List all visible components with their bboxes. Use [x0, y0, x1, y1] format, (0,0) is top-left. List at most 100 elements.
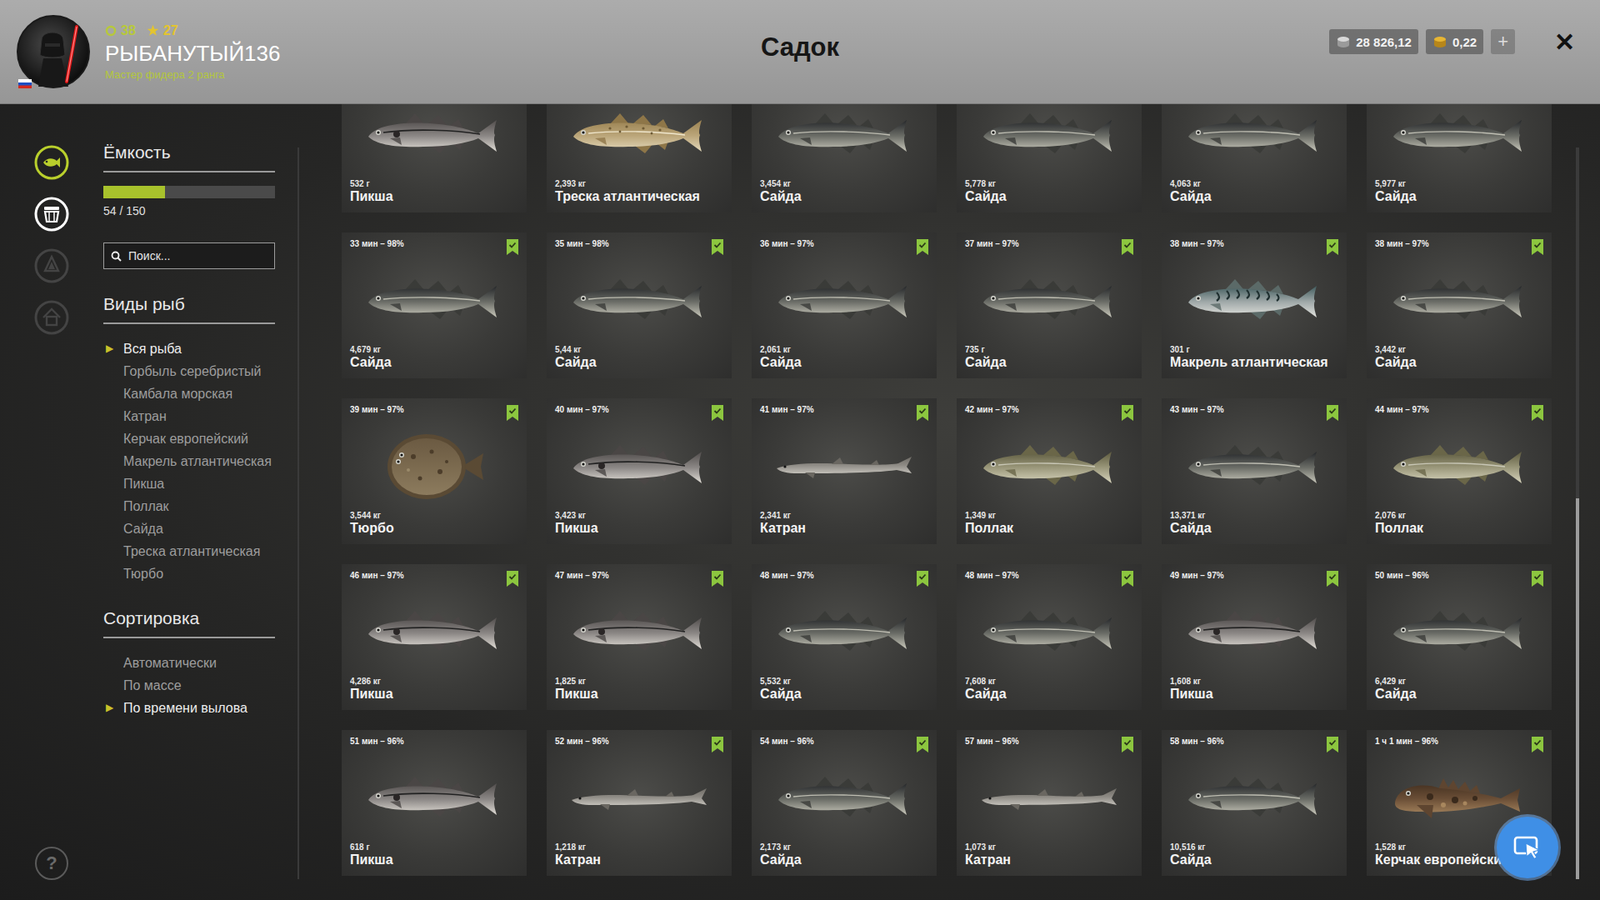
fish-card[interactable]: 42 мин – 97%1,349 кгПоллак	[956, 398, 1142, 545]
species-item[interactable]: Горбыль серебристый	[103, 360, 275, 383]
cursor-mode-button[interactable]	[1496, 816, 1559, 879]
fish-weight: 4,679 кг	[350, 345, 519, 355]
bookmark-icon[interactable]	[1531, 239, 1544, 255]
species-item[interactable]: ▶Вся рыба	[103, 337, 275, 360]
bookmark-icon[interactable]	[1531, 405, 1544, 421]
bookmark-icon[interactable]	[711, 405, 724, 421]
species-item[interactable]: Керчак европейский	[103, 427, 275, 450]
bookmark-icon[interactable]	[1531, 570, 1544, 587]
fish-card[interactable]: 38 мин – 97%301 гМакрель атлантическая	[1161, 232, 1347, 379]
bookmark-icon[interactable]	[506, 239, 519, 255]
fish-card[interactable]: 47 мин – 97%1,825 кгПикша	[546, 564, 732, 710]
sort-item[interactable]: ▶По времени вылова	[103, 696, 275, 720]
bookmark-icon[interactable]	[1121, 570, 1134, 587]
fish-card[interactable]: 4,063 кгСайда	[1161, 104, 1347, 213]
help-button[interactable]: ?	[35, 846, 69, 880]
fish-nav-button[interactable]	[33, 144, 70, 181]
bookmark-icon[interactable]	[506, 405, 519, 421]
card-top: 44 мин – 97%	[1375, 405, 1544, 422]
saithe-fish-icon	[773, 771, 915, 825]
fish-card[interactable]: 35 мин – 98%5,44 кгСайда	[546, 232, 732, 379]
sort-item[interactable]: По массе	[103, 674, 275, 697]
haddock-fish-icon	[1183, 605, 1325, 660]
bookmark-icon[interactable]	[506, 736, 519, 753]
fish-card[interactable]: 50 мин – 96%6,429 кгСайда	[1366, 564, 1552, 710]
fish-card[interactable]: 36 мин – 97%2,061 кгСайда	[751, 232, 937, 379]
card-top: 36 мин – 97%	[760, 239, 929, 256]
species-item[interactable]: Катран	[103, 405, 275, 428]
card-top: 38 мин – 97%	[1170, 239, 1339, 256]
keepnet-nav-button[interactable]	[33, 195, 70, 233]
bookmark-icon[interactable]	[1121, 736, 1134, 753]
flag-icon	[18, 79, 32, 89]
bookmark-icon[interactable]	[916, 736, 929, 753]
fish-card[interactable]: 44 мин – 97%2,076 кгПоллак	[1366, 398, 1552, 545]
bookmark-icon[interactable]	[916, 239, 929, 255]
fish-icon	[33, 144, 70, 181]
fish-card[interactable]: 532 гПикша	[341, 104, 527, 213]
close-button[interactable]: ✕	[1554, 27, 1575, 57]
species-item[interactable]: Треска атлантическая	[103, 540, 275, 563]
fish-card[interactable]: 2,393 кгТреска атлантическая	[546, 104, 732, 213]
fish-weight: 3,544 кг	[350, 510, 519, 520]
search-field[interactable]	[103, 242, 275, 270]
fish-name: Сайда	[350, 354, 519, 371]
fish-card[interactable]: 39 мин – 97%3,544 кгТюрбо	[341, 398, 527, 545]
fish-card[interactable]: 46 мин – 97%4,286 кгПикша	[341, 564, 527, 710]
bookmark-icon[interactable]	[711, 239, 724, 255]
species-item[interactable]: Камбала морская	[103, 382, 275, 405]
fish-name: Сайда	[965, 188, 1134, 205]
species-item[interactable]: Поллак	[103, 495, 275, 518]
fish-card[interactable]: 37 мин – 97%735 гСайда	[956, 232, 1142, 379]
capacity-bar	[103, 185, 275, 199]
bookmark-icon[interactable]	[711, 736, 724, 753]
bookmark-icon[interactable]	[1121, 239, 1134, 255]
species-item[interactable]: Тюрбо	[103, 562, 275, 585]
fish-card[interactable]: 54 мин – 96%2,173 кгСайда	[751, 730, 937, 876]
add-currency-button[interactable]: +	[1490, 29, 1515, 55]
player-avatar[interactable]	[16, 15, 90, 89]
fish-card[interactable]: 52 мин – 96%1,218 кгКатран	[546, 730, 732, 876]
species-item[interactable]: Пикша	[103, 472, 275, 495]
fish-card[interactable]: 49 мин – 97%1,608 кгПикша	[1161, 564, 1347, 710]
fish-card[interactable]: 48 мин – 97%7,608 кгСайда	[956, 564, 1142, 710]
bookmark-icon[interactable]	[711, 570, 724, 587]
fish-card[interactable]: 58 мин – 96%10,516 кгСайда	[1161, 730, 1347, 876]
fish-card[interactable]: 43 мин – 97%13,371 кгСайда	[1161, 398, 1347, 545]
fish-card[interactable]: 33 мин – 98%4,679 кгСайда	[341, 232, 527, 379]
fish-card[interactable]: 5,977 кгСайда	[1366, 104, 1552, 213]
fish-card[interactable]: 40 мин – 97%3,423 кгПикша	[546, 398, 732, 545]
fish-card[interactable]: 51 мин – 96%618 гПикша	[341, 730, 527, 876]
bookmark-icon[interactable]	[506, 570, 519, 587]
sort-item[interactable]: Автоматически	[103, 651, 275, 675]
bookmark-icon[interactable]	[1326, 405, 1339, 421]
species-item[interactable]: Макрель атлантическая	[103, 450, 275, 473]
fish-weight: 618 г	[350, 842, 519, 852]
bookmark-icon[interactable]	[1531, 736, 1544, 753]
fish-card[interactable]: 3,454 кгСайда	[751, 104, 937, 213]
bookmark-icon[interactable]	[1326, 239, 1339, 255]
panel-divider	[297, 147, 300, 880]
fish-card[interactable]: 48 мин – 97%5,532 кгСайда	[751, 564, 937, 710]
saithe-fish-icon	[1183, 108, 1325, 162]
card-top: 40 мин – 97%	[555, 405, 724, 422]
fish-card[interactable]: 5,778 кгСайда	[956, 104, 1142, 213]
fish-card[interactable]: 57 мин – 96%1,073 кгКатран	[956, 730, 1142, 876]
saithe-fish-icon	[1183, 771, 1325, 825]
catch-grid-viewport: 532 гПикша2,393 кгТреска атлантическая3,…	[299, 104, 1567, 900]
fish-card[interactable]: 41 мин – 97%2,341 кгКатран	[751, 398, 937, 545]
species-item[interactable]: Сайда	[103, 517, 275, 540]
bookmark-icon[interactable]	[1121, 405, 1134, 421]
fish-name: Сайда	[760, 685, 929, 703]
fish-card[interactable]: 38 мин – 97%3,442 кгСайда	[1366, 232, 1552, 379]
bookmark-icon[interactable]	[916, 405, 929, 421]
bookmark-icon[interactable]	[916, 570, 929, 587]
scrollbar-thumb[interactable]	[1575, 498, 1580, 880]
keepnet-icon	[33, 195, 70, 233]
fish-weight: 2,393 кг	[555, 179, 724, 189]
dogfish-fish-icon	[568, 771, 710, 825]
bookmark-icon[interactable]	[1326, 736, 1339, 753]
fish-weight: 3,423 кг	[555, 510, 724, 520]
bookmark-icon[interactable]	[1326, 570, 1339, 587]
search-input[interactable]	[126, 248, 268, 264]
